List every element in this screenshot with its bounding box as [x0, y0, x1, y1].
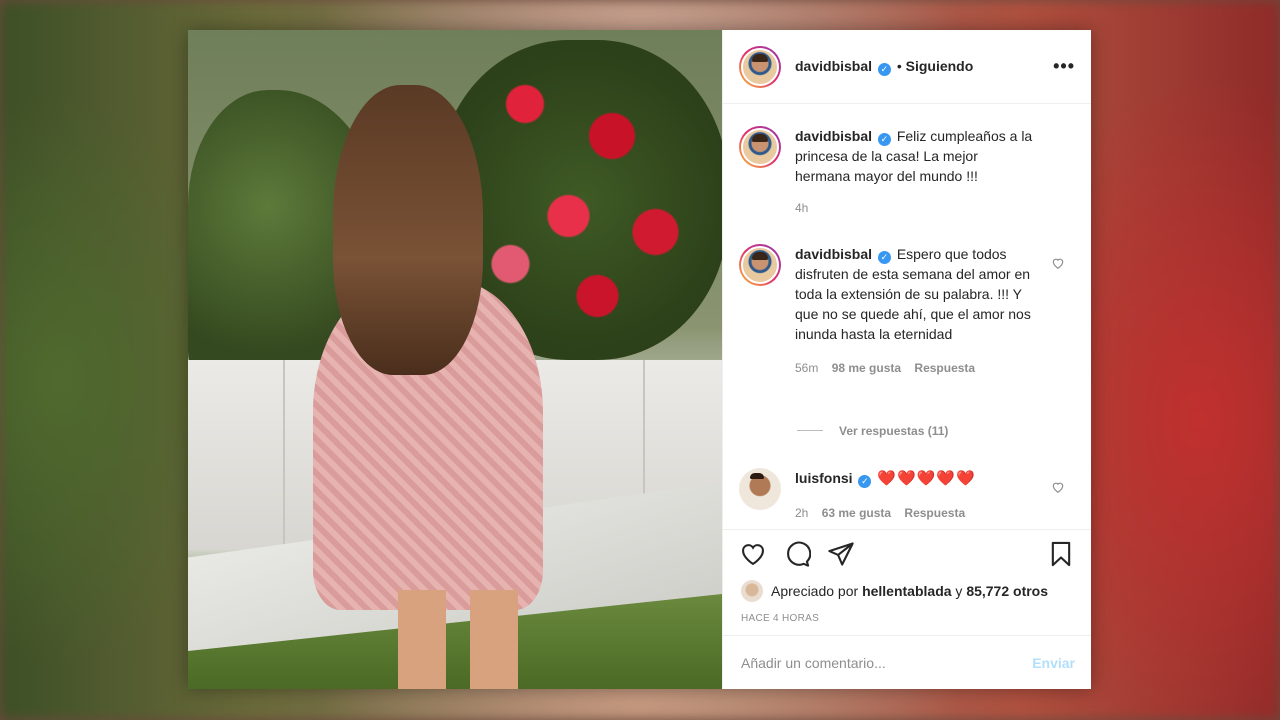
photo-girl-legs [398, 590, 518, 689]
comment-bubble-icon[interactable] [783, 540, 811, 568]
post-photo[interactable] [188, 30, 722, 689]
liked-by-row: Apreciado por hellentablada y 85,772 otr… [723, 577, 1091, 605]
post-actions-bar [723, 529, 1091, 577]
comment-time[interactable]: 56m [795, 361, 818, 375]
follow-status-button[interactable]: Siguiendo [906, 58, 974, 74]
comment-meta: 56m 98 me gusta Respuesta [795, 358, 1035, 378]
liked-by-prefix: Apreciado por [771, 583, 859, 599]
posted-ago[interactable]: HACE 4 HORAS [723, 605, 1091, 635]
verified-badge-icon: ✓ [858, 475, 872, 488]
comment-body: davidbisbal ✓ Espero que todos disfruten… [795, 244, 1035, 378]
comment-like-heart-icon[interactable] [1051, 480, 1065, 494]
comment-body: luisfonsi ✓ ❤️❤️❤️❤️❤️ 2h 63 me gusta Re… [795, 468, 1035, 523]
author-info: davidbisbal ✓ • Siguiendo [795, 58, 973, 76]
comment-username[interactable]: luisfonsi [795, 470, 853, 486]
comment-username[interactable]: davidbisbal [795, 246, 872, 262]
comment-item: davidbisbal ✓ Espero que todos disfruten… [723, 244, 1091, 378]
instagram-post: davidbisbal ✓ • Siguiendo ••• davidbisba… [188, 30, 1091, 689]
comment-time[interactable]: 2h [795, 506, 808, 520]
view-replies-button[interactable]: Ver respuestas (11) [797, 424, 948, 438]
verified-badge-icon: ✓ [877, 251, 891, 264]
liked-by-others[interactable]: 85,772 otros [966, 583, 1048, 599]
view-replies-label: Ver respuestas (11) [839, 424, 949, 438]
author-username[interactable]: davidbisbal [795, 58, 872, 74]
comment-avatar[interactable] [739, 468, 781, 510]
photo-girl-hair [333, 85, 483, 375]
liked-by-and: y [955, 583, 963, 599]
more-options-icon[interactable]: ••• [1053, 56, 1075, 77]
comments-list: davidbisbal ✓ Feliz cumpleaños a la prin… [723, 104, 1091, 529]
post-header: davidbisbal ✓ • Siguiendo ••• [723, 30, 1091, 104]
comment-text: ❤️❤️❤️❤️❤️ [877, 470, 976, 487]
verified-badge-icon: ✓ [877, 62, 891, 76]
liked-by-user[interactable]: hellentablada [862, 583, 951, 599]
comment-input[interactable] [741, 654, 1033, 671]
replies-line [797, 430, 823, 431]
reply-button[interactable]: Respuesta [904, 506, 965, 520]
caption-username[interactable]: davidbisbal [795, 128, 872, 144]
caption-time[interactable]: 4h [795, 198, 1035, 218]
comment-meta: 2h 63 me gusta Respuesta [795, 503, 1035, 523]
add-comment-bar: Enviar [723, 635, 1091, 689]
comment-item: luisfonsi ✓ ❤️❤️❤️❤️❤️ 2h 63 me gusta Re… [723, 468, 1091, 523]
comment-avatar[interactable] [739, 244, 781, 286]
share-paper-plane-icon[interactable] [827, 540, 855, 568]
comment-likes[interactable]: 63 me gusta [822, 506, 891, 520]
comment-like-heart-icon[interactable] [1051, 256, 1065, 270]
like-heart-icon[interactable] [739, 540, 767, 568]
comment-likes[interactable]: 98 me gusta [832, 361, 901, 375]
verified-badge-icon: ✓ [877, 133, 891, 146]
separator-dot: • [896, 57, 902, 74]
liker-avatar[interactable] [741, 580, 763, 602]
caption: davidbisbal ✓ Feliz cumpleaños a la prin… [723, 126, 1091, 218]
caption-avatar[interactable] [739, 126, 781, 168]
caption-body: davidbisbal ✓ Feliz cumpleaños a la prin… [795, 126, 1035, 218]
author-avatar[interactable] [739, 45, 781, 88]
post-side-panel: davidbisbal ✓ • Siguiendo ••• davidbisba… [722, 30, 1091, 689]
reply-button[interactable]: Respuesta [914, 361, 975, 375]
bookmark-save-icon[interactable] [1047, 540, 1075, 568]
send-button[interactable]: Enviar [1032, 655, 1075, 671]
